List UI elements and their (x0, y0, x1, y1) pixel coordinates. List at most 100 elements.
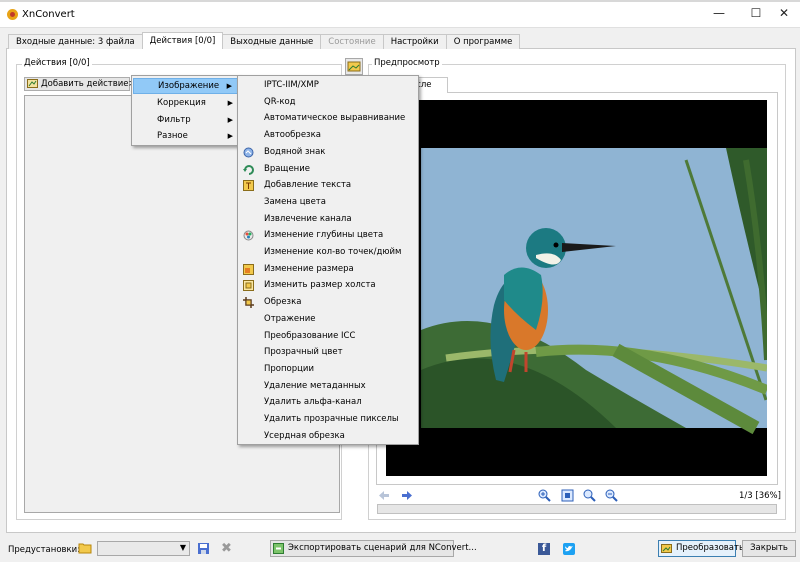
close-window-button[interactable]: ✕ (771, 4, 797, 22)
preview-scrollbar[interactable] (377, 504, 777, 514)
submenu-item[interactable]: Удалить прозрачные пикселы (239, 411, 417, 428)
presets-label: Предустановки: (8, 545, 81, 555)
submenu-item-label: Преобразование ICC (264, 330, 356, 341)
submenu-item-label: Удаление метаданных (264, 380, 366, 391)
submenu-item[interactable]: Удалить альфа-канал (239, 394, 417, 411)
chevron-down-icon: ▼ (179, 543, 186, 552)
submenu-item-label: Отражение (264, 313, 316, 324)
submenu-item[interactable]: Изменение глубины цвета (239, 227, 417, 244)
action-category-menu: Изображение ▶ Коррекция ▶ Фильтр ▶ Разно… (131, 75, 240, 146)
menu-item-label: Изображение (158, 81, 220, 91)
submenu-item-label: Водяной знак (264, 146, 326, 157)
image-actions-submenu: IPTC-IIM/XMP QR-код Автоматическое выравни… (237, 75, 419, 445)
submenu-item-label: Автоматическое выравнивание (264, 113, 406, 124)
actions-group-label: Действия [0/0] (22, 58, 92, 68)
submenu-item[interactable]: Отражение (239, 311, 417, 328)
menu-item-image[interactable]: Изображение ▶ (133, 78, 238, 94)
submenu-item-label: Удалить альфа-канал (264, 397, 362, 408)
tab-status[interactable]: Состояние (320, 34, 384, 49)
kingfisher-photo (386, 100, 767, 476)
submenu-item[interactable]: Пропорции (239, 361, 417, 378)
submenu-arrow-icon: ▶ (227, 132, 233, 140)
twitter-bird-glyph (565, 546, 573, 552)
presets-dropdown[interactable]: ▼ (97, 541, 190, 556)
submenu-item-label: Изменение размера (264, 263, 354, 274)
page-indicator: 1/3 [36%] (739, 491, 781, 501)
submenu-item[interactable]: QR-код (239, 94, 417, 111)
canvas-icon (243, 280, 254, 292)
tab-about[interactable]: О программе (445, 34, 521, 49)
previous-image-icon[interactable] (378, 489, 391, 502)
preview-toggle-button[interactable] (345, 58, 363, 75)
zoom-actual-icon[interactable] (583, 489, 596, 502)
color-depth-icon (243, 230, 254, 241)
submenu-item[interactable]: Замена цвета (239, 194, 417, 211)
close-button[interactable]: Закрыть (742, 540, 796, 557)
submenu-item-label: Автообрезка (264, 130, 321, 141)
submenu-item-label: Изменение кол-во точек/дюйм (264, 247, 402, 257)
submenu-item-label: Изменение глубины цвета (264, 230, 384, 241)
window-title: XnConvert (22, 9, 75, 20)
submenu-item-label: Удалить прозрачные пикселы (264, 414, 399, 424)
minimize-button[interactable]: — (706, 4, 732, 22)
menu-item-misc[interactable]: Разное ▶ (133, 128, 238, 144)
tab-actions[interactable]: Действия [0/0] (141, 32, 224, 49)
add-action-button[interactable]: Добавить действие> (24, 77, 136, 91)
submenu-arrow-icon: ▶ (226, 82, 232, 90)
add-action-icon (27, 79, 38, 88)
submenu-item[interactable]: IPTC-IIM/XMP (239, 77, 417, 94)
maximize-button[interactable]: ☐ (743, 4, 769, 22)
submenu-item-label: Усердная обрезка (264, 430, 345, 441)
submenu-item[interactable]: Извлечение канала (239, 211, 417, 228)
next-image-icon[interactable] (400, 489, 413, 502)
submenu-item[interactable]: Водяной знак (239, 144, 417, 161)
open-folder-icon[interactable] (78, 541, 92, 555)
submenu-item[interactable]: Автоматическое выравнивание (239, 110, 417, 127)
submenu-item[interactable]: Вращение (239, 161, 417, 178)
convert-icon (661, 544, 672, 553)
title-strip (0, 0, 800, 2)
preview-image (386, 100, 767, 476)
resize-icon (243, 263, 254, 275)
submenu-item[interactable]: Изменить размер холста (239, 277, 417, 294)
menu-item-label: Фильтр (157, 115, 191, 125)
tab-output[interactable]: Выходные данные (222, 34, 322, 49)
submenu-item[interactable]: Преобразование ICC (239, 328, 417, 345)
submenu-item-label: Пропорции (264, 363, 314, 374)
zoom-out-icon[interactable] (605, 489, 618, 502)
submenu-arrow-icon: ▶ (227, 116, 233, 124)
facebook-icon[interactable]: f (538, 543, 550, 555)
submenu-item[interactable]: Изменение размера (239, 261, 417, 278)
submenu-item[interactable]: Усердная обрезка (239, 428, 417, 445)
submenu-item[interactable]: Удаление метаданных (239, 378, 417, 395)
app-logo-icon (7, 9, 18, 20)
submenu-item-label: Вращение (264, 163, 310, 174)
text-icon (243, 180, 254, 192)
submenu-item-label: QR-код (264, 96, 296, 107)
tab-input[interactable]: Входные данные: 3 файла (8, 34, 143, 49)
submenu-item-label: Извлечение канала (264, 213, 352, 224)
submenu-item[interactable]: Добавление текста (239, 177, 417, 194)
export-nconvert-button[interactable]: Экспортировать сценарий для NConvert... (270, 540, 477, 557)
submenu-item-label: Прозрачный цвет (264, 347, 343, 358)
delete-preset-icon[interactable]: ✖ (220, 542, 233, 555)
menu-item-filter[interactable]: Фильтр ▶ (133, 112, 238, 128)
rotate-icon (243, 164, 254, 175)
submenu-item-label: IPTC-IIM/XMP (264, 80, 319, 90)
fit-to-window-icon[interactable] (561, 489, 574, 502)
submenu-item[interactable]: Обрезка (239, 294, 417, 311)
menu-item-correction[interactable]: Коррекция ▶ (133, 95, 238, 111)
twitter-icon[interactable] (563, 543, 575, 555)
zoom-in-icon[interactable] (538, 489, 551, 502)
preview-toggle-icon (347, 61, 361, 72)
tab-settings[interactable]: Настройки (382, 34, 447, 49)
submenu-item-label: Изменить размер холста (264, 280, 376, 291)
title-bar (0, 0, 800, 28)
preview-group-label: Предпросмотр (372, 58, 442, 68)
save-preset-icon[interactable] (197, 542, 210, 555)
submenu-item[interactable]: Автообрезка (239, 127, 417, 144)
export-script-icon (273, 543, 284, 554)
submenu-item[interactable]: Прозрачный цвет (239, 344, 417, 361)
submenu-item[interactable]: Изменение кол-во точек/дюйм (239, 244, 417, 261)
submenu-arrow-icon: ▶ (227, 99, 233, 107)
